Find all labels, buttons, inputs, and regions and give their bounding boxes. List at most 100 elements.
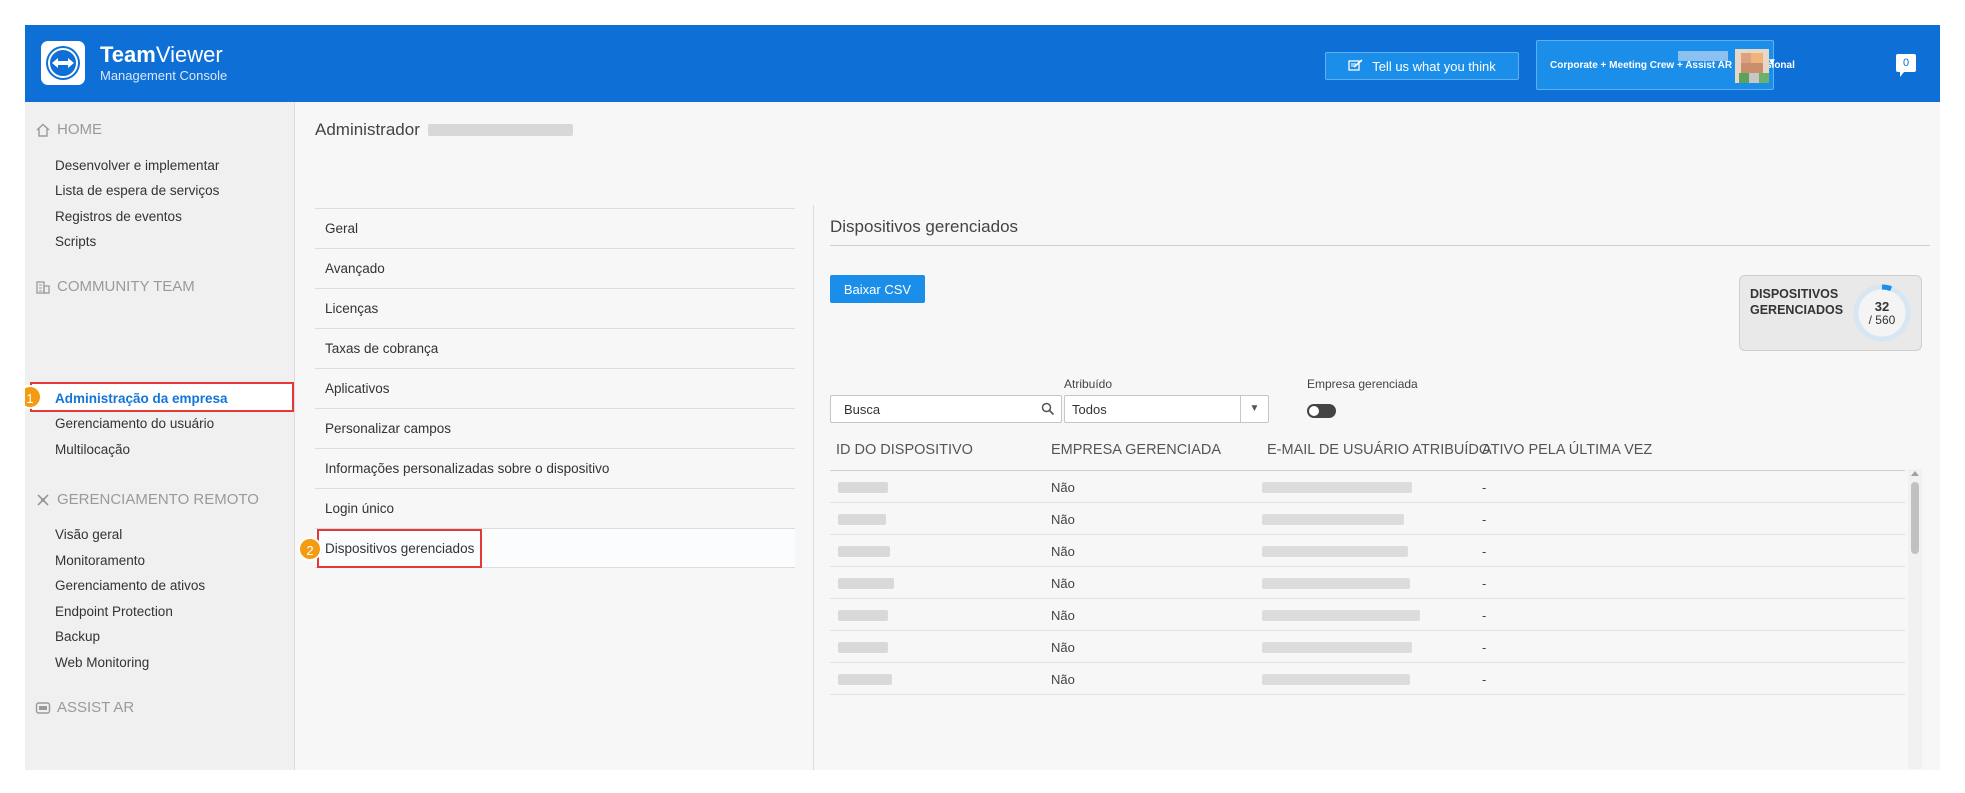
download-csv-button[interactable]: Baixar CSV — [830, 275, 925, 303]
table-row[interactable]: Não - — [830, 599, 1905, 631]
sidebar-item-endpoint-protection[interactable]: Endpoint Protection — [55, 604, 173, 619]
redacted-device-id — [838, 610, 888, 621]
cell-last-active: - — [1482, 512, 1487, 527]
device-count: 32 — [1874, 299, 1890, 314]
page-title-text: Administrador — [315, 120, 420, 139]
submenu-aplicativos[interactable]: Aplicativos — [315, 368, 795, 408]
managed-devices-card: DISPOSITIVOS GERENCIADOS 32 / 560 — [1739, 275, 1922, 351]
assigned-filter-value: Todos — [1072, 402, 1107, 417]
redacted-company-name — [427, 124, 573, 136]
cell-managed-company: Não — [1051, 512, 1075, 527]
cell-managed-company: Não — [1051, 480, 1075, 495]
submenu-login-unico[interactable]: Login único — [315, 488, 795, 528]
sidebar-item-visao-geral[interactable]: Visão geral — [55, 527, 122, 542]
submenu-info-personalizadas[interactable]: Informações personalizadas sobre o dispo… — [315, 448, 795, 488]
submenu-taxas[interactable]: Taxas de cobrança — [315, 328, 795, 368]
cell-last-active: - — [1482, 576, 1487, 591]
redacted-email — [1262, 610, 1420, 621]
sidebar-item-gerenciamento-usuario[interactable]: Gerenciamento do usuário — [55, 416, 214, 431]
managed-devices-label-line-2: GERENCIADOS — [1750, 303, 1844, 317]
redacted-email — [1262, 674, 1410, 685]
column-header-managed-company[interactable]: EMPRESA GERENCIADA — [1051, 442, 1221, 458]
sidebar-section-community[interactable]: COMMUNITY TEAM — [35, 278, 195, 295]
assist-ar-icon — [35, 701, 51, 714]
redacted-device-id — [838, 578, 894, 589]
building-icon — [36, 280, 50, 294]
sidebar-section-remote-title: GERENCIAMENTO REMOTO — [57, 491, 259, 508]
sidebar-item-monitoramento[interactable]: Monitoramento — [55, 553, 145, 568]
admin-submenu: Geral Avançado Licenças Taxas de cobranç… — [298, 208, 795, 568]
column-header-last-active[interactable]: ATIVO PELA ÚLTIMA VEZ — [1482, 442, 1652, 458]
sidebar-item-registros[interactable]: Registros de eventos — [55, 209, 182, 224]
scroll-thumb[interactable] — [1911, 482, 1919, 554]
account-menu-button[interactable]: Corporate + Meeting Crew + Assist AR Pro… — [1536, 40, 1795, 90]
sidebar-item-lista-espera[interactable]: Lista de espera de serviços — [55, 183, 219, 198]
sidebar: HOME Desenvolver e implementar Lista de … — [25, 102, 295, 770]
table-row[interactable]: Não - — [830, 503, 1905, 535]
sidebar-item-scripts[interactable]: Scripts — [55, 234, 96, 249]
assigned-filter-select[interactable]: Todos ▼ — [1064, 395, 1269, 423]
chevron-down-icon: ▼ — [1767, 57, 1777, 68]
step-badge-2: 2 — [298, 537, 322, 561]
redacted-email — [1262, 546, 1408, 557]
brand-name: TeamViewer — [100, 42, 223, 67]
redacted-device-id — [838, 514, 886, 525]
cell-managed-company: Não — [1051, 672, 1075, 687]
search-input[interactable] — [832, 397, 1032, 421]
table-row[interactable]: Não - — [830, 631, 1905, 663]
page-title: Administrador — [315, 120, 573, 140]
submenu-licencas[interactable]: Licenças — [315, 288, 795, 328]
submenu-personalizar-campos[interactable]: Personalizar campos — [315, 408, 795, 448]
scroll-up-arrow-icon[interactable] — [1911, 471, 1919, 476]
sidebar-section-assist-ar[interactable]: ASSIST AR — [35, 699, 134, 716]
submenu-dispositivos-label: Dispositivos gerenciados — [325, 541, 475, 556]
table-row[interactable]: Não - — [830, 567, 1905, 599]
device-total: / 560 — [1868, 313, 1896, 327]
search-field[interactable] — [830, 395, 1062, 423]
chevron-down-icon: ▼ — [1240, 396, 1268, 422]
remote-management-icon — [37, 493, 49, 506]
main-panel: Dispositivos gerenciados Baixar CSV DISP… — [813, 205, 1940, 770]
table-scrollbar[interactable] — [1908, 469, 1922, 769]
redacted-device-id — [838, 482, 888, 493]
submenu-avancado[interactable]: Avançado — [315, 248, 795, 288]
divider — [830, 245, 1930, 246]
cell-last-active: - — [1482, 672, 1487, 687]
table-row[interactable]: Não - — [830, 535, 1905, 567]
table-row[interactable]: Não - — [830, 471, 1905, 503]
assigned-filter-label: Atribuído — [1064, 377, 1113, 391]
submenu-geral[interactable]: Geral — [315, 208, 795, 248]
redacted-user-name — [1678, 51, 1728, 61]
sidebar-section-remote[interactable]: GERENCIAMENTO REMOTO — [35, 491, 259, 508]
sidebar-item-ativos[interactable]: Gerenciamento de ativos — [55, 578, 205, 593]
table-row[interactable]: Não - — [830, 663, 1905, 695]
sidebar-section-home[interactable]: HOME — [35, 121, 102, 138]
sidebar-item-web-monitoring[interactable]: Web Monitoring — [55, 655, 149, 670]
column-header-device-id[interactable]: ID DO DISPOSITIVO — [836, 442, 973, 458]
teamviewer-logo-icon[interactable] — [41, 41, 85, 85]
notification-count: 0 — [1902, 57, 1910, 69]
managed-devices-label: DISPOSITIVOS GERENCIADOS — [1750, 286, 1843, 318]
managed-company-label: Empresa gerenciada — [1307, 377, 1418, 391]
sidebar-item-multilocacao[interactable]: Multilocação — [55, 442, 130, 457]
cell-last-active: - — [1482, 480, 1487, 495]
managed-company-toggle[interactable] — [1307, 404, 1336, 418]
cell-managed-company: Não — [1051, 640, 1075, 655]
cell-last-active: - — [1482, 640, 1487, 655]
sidebar-item-backup[interactable]: Backup — [55, 629, 100, 644]
column-header-assigned-email[interactable]: E-MAIL DE USUÁRIO ATRIBUÍDO — [1267, 442, 1490, 458]
sidebar-item-administracao[interactable]: Administração da empresa — [55, 391, 228, 406]
cell-last-active: - — [1482, 608, 1487, 623]
search-icon — [1041, 402, 1055, 416]
submenu-dispositivos-gerenciados[interactable]: Dispositivos gerenciados 2 — [298, 528, 795, 568]
redacted-email — [1262, 482, 1412, 493]
sidebar-item-desenvolver[interactable]: Desenvolver e implementar — [55, 158, 219, 173]
redacted-email — [1262, 578, 1410, 589]
redacted-device-id — [838, 674, 892, 685]
feedback-button[interactable]: Tell us what you think — [1325, 52, 1519, 80]
avatar — [1735, 49, 1769, 83]
notification-icon[interactable]: 0 — [1896, 54, 1916, 77]
redacted-email — [1262, 642, 1412, 653]
cell-managed-company: Não — [1051, 608, 1075, 623]
brand-subtitle: Management Console — [100, 68, 228, 83]
